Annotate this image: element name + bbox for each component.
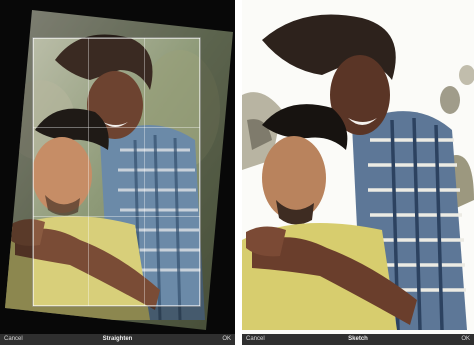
sketch-editor-panel: Cancel Sketch OK — [242, 0, 474, 345]
ok-button[interactable]: OK — [461, 336, 470, 343]
photo-preview — [0, 0, 235, 334]
straighten-canvas[interactable] — [0, 0, 235, 334]
straighten-editor-panel: Cancel Straighten OK — [0, 0, 235, 345]
toolbar-title: Sketch — [348, 336, 368, 342]
ok-button[interactable]: OK — [222, 336, 231, 343]
sketch-canvas[interactable] — [242, 0, 474, 334]
sketch-toolbar: Cancel Sketch OK — [242, 334, 474, 345]
toolbar-title: Straighten — [102, 336, 133, 342]
straighten-toolbar: Cancel Straighten OK — [0, 334, 235, 345]
sketch-preview — [242, 0, 474, 334]
panel-divider — [235, 0, 242, 345]
